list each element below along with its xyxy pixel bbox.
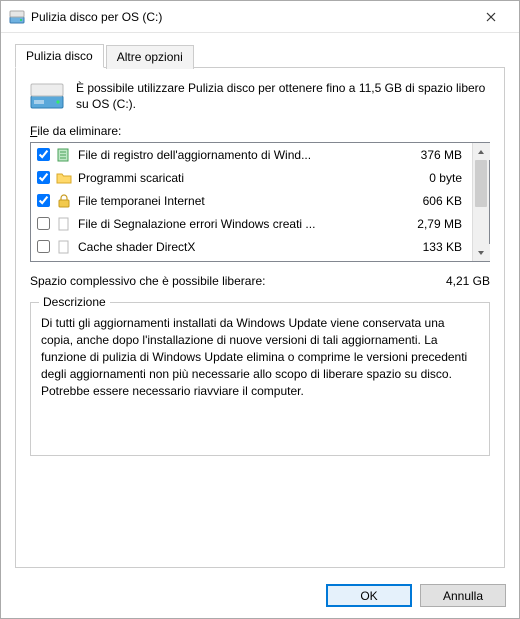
description-title: Descrizione [39,295,110,309]
log-file-icon [56,147,72,163]
close-button[interactable] [471,3,511,31]
file-size: 376 MB [398,148,466,162]
file-row[interactable]: Cache shader DirectX 133 KB [31,235,472,258]
cancel-button[interactable]: Annulla [420,584,506,607]
ok-button[interactable]: OK [326,584,412,607]
file-row[interactable]: File temporanei Internet 606 KB [31,189,472,212]
file-checkbox[interactable] [37,171,50,184]
drive-icon [30,82,64,112]
close-icon [486,12,496,22]
window-title: Pulizia disco per OS (C:) [31,10,471,24]
file-size: 2,79 MB [398,217,466,231]
files-label: File da eliminare: [30,124,490,138]
file-row[interactable]: File di Segnalazione errori Windows crea… [31,212,472,235]
file-list: File di registro dell'aggiornamento di W… [30,142,490,262]
file-name: File di registro dell'aggiornamento di W… [78,148,392,162]
file-icon [56,216,72,232]
lock-icon [56,193,72,209]
file-name: Cache shader DirectX [78,240,392,254]
file-checkbox[interactable] [37,240,50,253]
description-group: Descrizione Di tutti gli aggiornamenti i… [30,302,490,456]
scrollbar[interactable] [472,143,489,261]
description-text: Di tutti gli aggiornamenti installati da… [41,315,479,445]
totals-row: Spazio complessivo che è possibile liber… [30,274,490,288]
titlebar: Pulizia disco per OS (C:) [1,1,519,33]
totals-label: Spazio complessivo che è possibile liber… [30,274,265,288]
scrollbar-track[interactable] [473,160,489,244]
chevron-down-icon [477,250,485,256]
tab-panel-cleanup: È possibile utilizzare Pulizia disco per… [15,68,505,568]
scrollbar-thumb[interactable] [475,160,487,206]
intro-text: È possibile utilizzare Pulizia disco per… [76,80,490,112]
file-size: 133 KB [398,240,466,254]
intro-row: È possibile utilizzare Pulizia disco per… [30,80,490,112]
file-size: 0 byte [398,171,466,185]
file-checkbox[interactable] [37,194,50,207]
tab-strip: Pulizia disco Altre opzioni [15,43,505,68]
scroll-down-button[interactable] [473,244,490,261]
scroll-up-button[interactable] [473,143,490,160]
file-row[interactable]: Programmi scaricati 0 byte [31,166,472,189]
file-name: File temporanei Internet [78,194,392,208]
dialog-buttons: OK Annulla [326,584,506,607]
tab-more-options[interactable]: Altre opzioni [106,45,194,69]
file-icon [56,239,72,255]
file-checkbox[interactable] [37,217,50,230]
folder-icon [56,170,72,186]
chevron-up-icon [477,149,485,155]
file-name: Programmi scaricati [78,171,392,185]
file-size: 606 KB [398,194,466,208]
file-row[interactable]: File di registro dell'aggiornamento di W… [31,143,472,166]
file-checkbox[interactable] [37,148,50,161]
totals-value: 4,21 GB [446,274,490,288]
tab-cleanup[interactable]: Pulizia disco [15,44,104,68]
drive-cleanup-title-icon [9,9,25,25]
file-name: File di Segnalazione errori Windows crea… [78,217,392,231]
